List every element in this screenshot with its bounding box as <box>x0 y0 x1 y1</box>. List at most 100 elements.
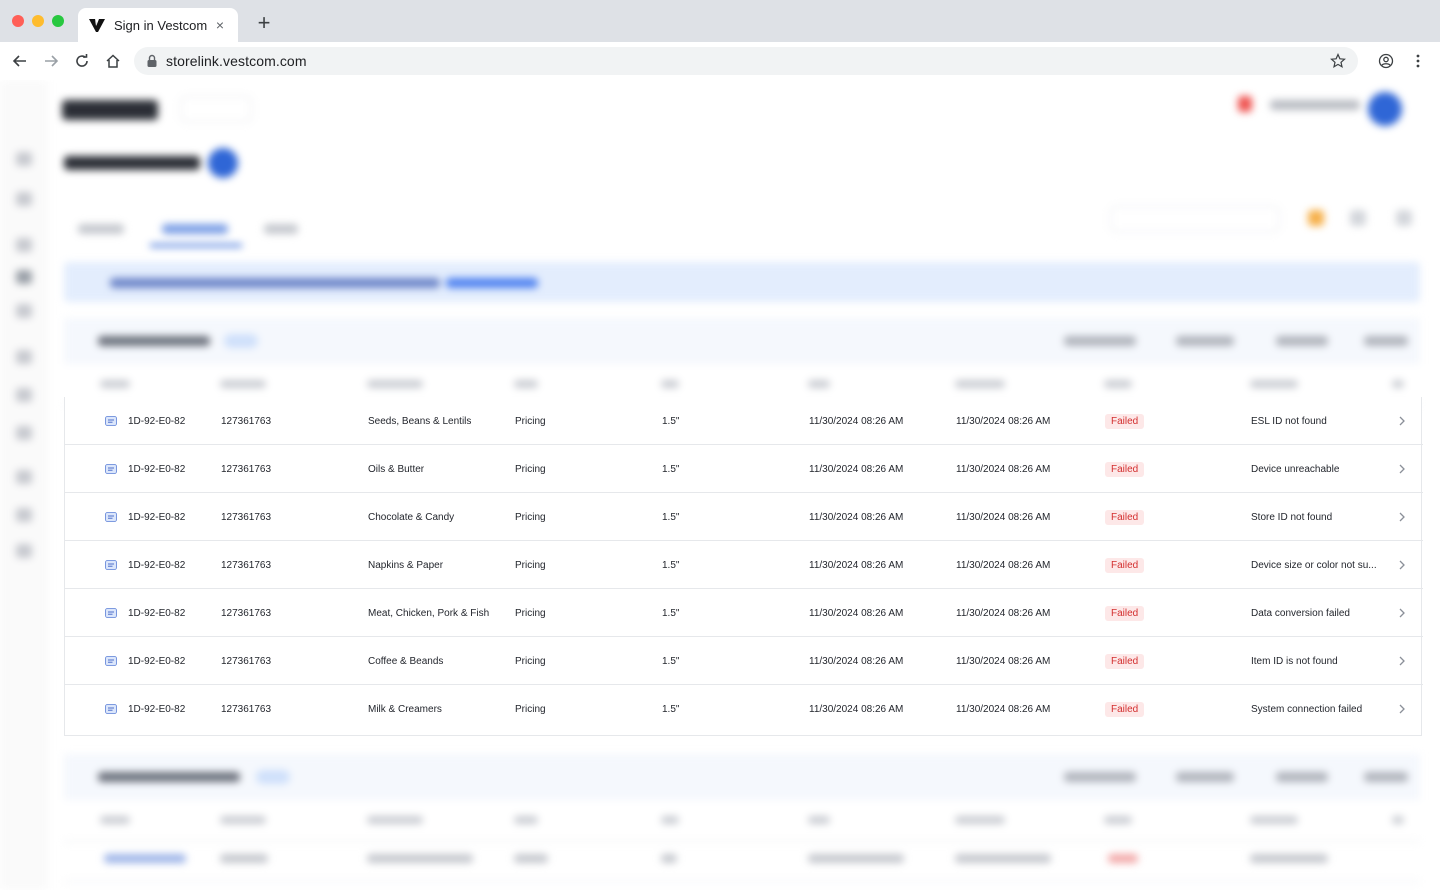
chevron-right-icon <box>1399 512 1405 522</box>
update-type: Pricing <box>515 511 546 523</box>
cell <box>808 854 904 863</box>
column-header <box>1250 816 1298 824</box>
browser-menu-button[interactable] <box>1408 51 1428 71</box>
status-cell: Failed <box>1105 637 1145 685</box>
status-badge: Failed <box>1105 413 1145 429</box>
label-size: 1.5" <box>662 415 680 427</box>
status-cell: Failed <box>1105 589 1145 637</box>
table-row[interactable]: 1D-92-E0-82 127361763 Meat, Chicken, Por… <box>65 589 1423 637</box>
item-id: 127361763 <box>221 463 272 475</box>
esl-device-icon <box>105 560 117 570</box>
group-header <box>64 318 1420 366</box>
group-stat <box>1176 336 1234 346</box>
browser-tab[interactable]: Sign in Vestcom × <box>78 8 238 42</box>
failure-reason: Store ID not found <box>1251 493 1387 541</box>
group-stat <box>1176 772 1234 782</box>
cell <box>661 854 677 863</box>
table-row[interactable]: 1D-92-E0-82 127361763 Chocolate & Candy … <box>65 493 1423 541</box>
update-type: Pricing <box>515 607 546 619</box>
category: Seeds, Beans & Lentils <box>368 415 472 427</box>
address-bar[interactable]: storelink.vestcom.com <box>134 47 1358 75</box>
esl-device-icon <box>105 416 117 426</box>
item-id: 127361763 <box>221 703 272 715</box>
sidebar-icon <box>16 192 32 206</box>
chevron-right-icon[interactable] <box>1395 445 1409 493</box>
failure-reason: System connection failed <box>1251 685 1387 733</box>
category: Oils & Butter <box>368 463 425 475</box>
status-cell: Failed <box>1105 685 1145 733</box>
status-badge: Failed <box>1105 605 1145 621</box>
search-input <box>1110 206 1280 232</box>
settings-icon <box>1350 210 1366 226</box>
group-header <box>64 754 1420 802</box>
table-row[interactable]: 1D-92-E0-82 127361763 Napkins & Paper Pr… <box>65 541 1423 589</box>
device-id: 1D-92-E0-82 <box>128 703 186 715</box>
new-tab-button[interactable]: + <box>252 12 276 36</box>
table-row[interactable]: 1D-92-E0-82 127361763 Oils & Butter Pric… <box>65 445 1423 493</box>
home-button[interactable] <box>103 51 123 71</box>
reload-button[interactable] <box>72 51 92 71</box>
group-stat <box>1364 772 1408 782</box>
esl-device-icon <box>105 464 117 474</box>
item-id: 127361763 <box>221 655 272 667</box>
device-id: 1D-92-E0-82 <box>128 415 186 427</box>
group-title <box>98 772 240 782</box>
label-size: 1.5" <box>662 559 680 571</box>
column-header <box>220 380 266 388</box>
sidebar-icon <box>16 544 32 558</box>
esl-device-icon <box>105 608 117 618</box>
cell <box>1108 854 1138 863</box>
esl-device-icon <box>105 704 117 714</box>
table-row[interactable]: 1D-92-E0-82 127361763 Coffee & Beands Pr… <box>65 637 1423 685</box>
item-id: 127361763 <box>221 607 272 619</box>
user-name <box>1270 100 1360 110</box>
status-cell: Failed <box>1105 541 1145 589</box>
failed-updates-table: 1D-92-E0-82 127361763 Seeds, Beans & Len… <box>64 397 1423 736</box>
group-stat <box>1064 772 1136 782</box>
device-id: 1D-92-E0-82 <box>128 655 186 667</box>
browser-toolbar: storelink.vestcom.com <box>0 42 1440 80</box>
table-row[interactable]: 1D-92-E0-82 127361763 Seeds, Beans & Len… <box>65 397 1423 445</box>
chevron-right-icon[interactable] <box>1395 685 1409 733</box>
device-id: 1D-92-E0-82 <box>128 607 186 619</box>
chevron-right-icon[interactable] <box>1395 637 1409 685</box>
profile-button[interactable] <box>1376 51 1396 71</box>
tab-title: Sign in Vestcom <box>114 17 208 33</box>
minimize-window-button[interactable] <box>32 15 44 27</box>
status-badge: Failed <box>1105 557 1145 573</box>
chevron-right-icon[interactable] <box>1395 541 1409 589</box>
status-cell: Failed <box>1105 445 1145 493</box>
chevron-right-icon <box>1399 560 1405 570</box>
sidebar <box>0 80 48 890</box>
updated-date: 11/30/2024 08:26 AM <box>956 607 1051 619</box>
updated-date: 11/30/2024 08:26 AM <box>956 511 1051 523</box>
table-row[interactable]: 1D-92-E0-82 127361763 Milk & Creamers Pr… <box>65 685 1423 733</box>
maximize-window-button[interactable] <box>52 15 64 27</box>
tab-active <box>162 224 228 234</box>
tab-close-icon[interactable]: × <box>212 17 228 33</box>
esl-device-icon <box>105 656 117 666</box>
close-window-button[interactable] <box>12 15 24 27</box>
failure-reason-text: ESL ID not found <box>1251 415 1327 427</box>
url-text: storelink.vestcom.com <box>166 53 307 69</box>
column-header <box>808 816 830 824</box>
label-size: 1.5" <box>662 655 680 667</box>
label-size: 1.5" <box>662 703 680 715</box>
forward-button[interactable] <box>41 51 61 71</box>
bookmark-star-icon[interactable] <box>1330 53 1346 69</box>
back-button[interactable] <box>10 51 30 71</box>
chevron-right-icon[interactable] <box>1395 397 1409 445</box>
label-size: 1.5" <box>662 463 680 475</box>
group-stat <box>1364 336 1408 346</box>
cell <box>367 854 473 863</box>
export-icon <box>1396 210 1412 226</box>
status-cell: Failed <box>1105 493 1145 541</box>
category: Milk & Creamers <box>368 703 442 715</box>
device-id: 1D-92-E0-82 <box>128 511 186 523</box>
column-header <box>1104 380 1132 388</box>
chevron-right-icon[interactable] <box>1395 493 1409 541</box>
column-header <box>955 380 1005 388</box>
chevron-right-icon[interactable] <box>1395 589 1409 637</box>
vestcom-logo-icon <box>89 19 105 32</box>
browser-tab-strip: Sign in Vestcom × + <box>0 0 1440 42</box>
